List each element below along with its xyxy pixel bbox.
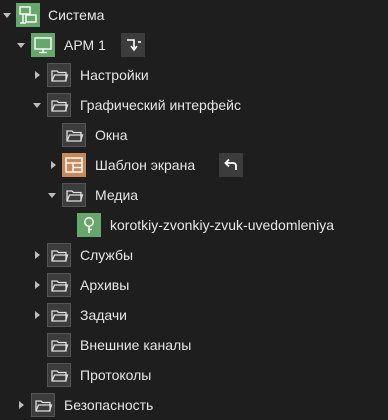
arrow-down-right-icon[interactable] <box>121 33 145 57</box>
tree-node-label: Настройки <box>80 67 149 83</box>
folder-icon <box>62 123 86 147</box>
undo-arrow-icon[interactable] <box>219 153 243 177</box>
tree-node-gui[interactable]: Графический интерфейс <box>0 90 388 120</box>
tree-node-label: Задачи <box>80 307 128 323</box>
computer-network-icon <box>16 3 40 27</box>
folder-icon <box>47 303 71 327</box>
expand-arrow-icon[interactable] <box>35 281 40 289</box>
tree-node-label: Внешние каналы <box>80 337 192 353</box>
tree-node-label: Службы <box>80 247 134 263</box>
tree-node-external-channels[interactable]: Внешние каналы <box>0 330 388 360</box>
expand-arrow-icon[interactable] <box>48 193 56 198</box>
tree-node-label: АРМ 1 <box>64 37 106 53</box>
expand-arrow-icon[interactable] <box>3 13 11 18</box>
folder-icon <box>47 273 71 297</box>
tree-node-services[interactable]: Службы <box>0 240 388 270</box>
folder-icon <box>47 243 71 267</box>
expand-arrow-icon[interactable] <box>51 161 56 169</box>
tree-node-security[interactable]: Безопасность <box>0 390 388 420</box>
tree-node-settings[interactable]: Настройки <box>0 60 388 90</box>
tree-node-label: Медиа <box>95 187 139 203</box>
expand-arrow-icon[interactable] <box>35 311 40 319</box>
tree-node-arm[interactable]: АРМ 1 <box>0 30 388 60</box>
tree-node-screen-template[interactable]: Шаблон экрана <box>0 150 388 180</box>
folder-icon <box>31 393 55 417</box>
expand-arrow-icon[interactable] <box>19 401 24 409</box>
expand-arrow-icon[interactable] <box>35 251 40 259</box>
tree-node-label: Архивы <box>80 277 130 293</box>
folder-icon <box>47 93 71 117</box>
tree-node-tasks[interactable]: Задачи <box>0 300 388 330</box>
expand-arrow-icon[interactable] <box>35 71 40 79</box>
folder-icon <box>47 363 71 387</box>
tree-node-label: Безопасность <box>64 397 154 413</box>
monitor-icon <box>31 33 55 57</box>
folder-icon <box>47 63 71 87</box>
tree-node-label: Протоколы <box>80 367 152 383</box>
sound-pin-icon <box>77 213 101 237</box>
folder-icon <box>47 333 71 357</box>
tree-node-label: Система <box>48 7 105 23</box>
expand-arrow-icon[interactable] <box>17 43 25 48</box>
tree-node-label: Шаблон экрана <box>95 157 196 173</box>
layout-grid-icon <box>62 153 86 177</box>
tree-node-label: Графический интерфейс <box>80 97 241 113</box>
folder-icon <box>62 183 86 207</box>
tree-node-media[interactable]: Медиа <box>0 180 388 210</box>
tree-node-system[interactable]: Система <box>0 0 388 30</box>
expand-arrow-icon[interactable] <box>33 103 41 108</box>
tree-node-label: korotkiy-zvonkiy-zvuk-uvedomleniya <box>110 217 335 233</box>
configuration-tree: Система АРМ 1 Настройки Графический инте… <box>0 0 388 420</box>
tree-node-label: Окна <box>95 127 128 143</box>
tree-node-sound-file[interactable]: korotkiy-zvonkiy-zvuk-uvedomleniya <box>0 210 388 240</box>
tree-node-archives[interactable]: Архивы <box>0 270 388 300</box>
tree-node-protocols[interactable]: Протоколы <box>0 360 388 390</box>
tree-node-windows[interactable]: Окна <box>0 120 388 150</box>
